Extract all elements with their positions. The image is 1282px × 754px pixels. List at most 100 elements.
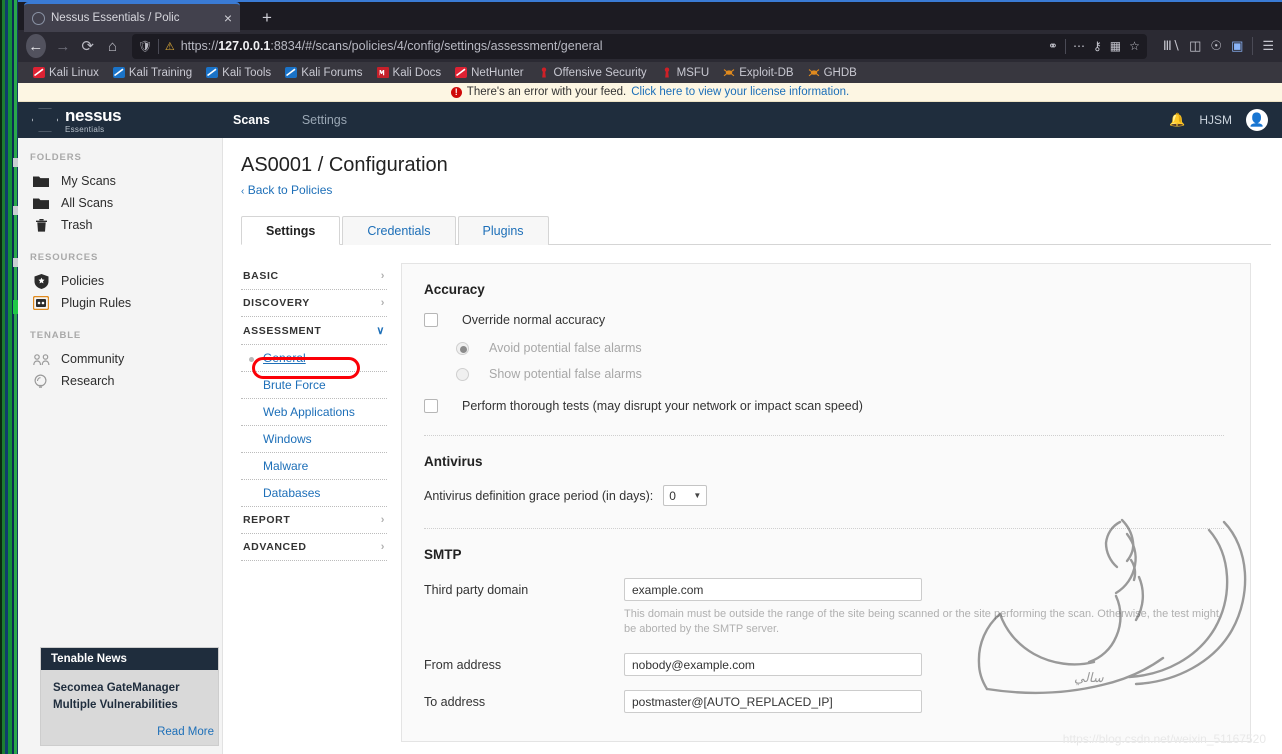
read-more-link[interactable]: Read More — [41, 720, 218, 745]
brand-edition: Essentials — [65, 124, 105, 134]
bookmark-star-icon[interactable]: ☆ — [1128, 39, 1141, 53]
translate-icon[interactable]: ▦ — [1109, 39, 1122, 53]
home-icon[interactable]: ⌂ — [101, 33, 124, 59]
bookmark-kali-forums[interactable]: Kali Forums — [278, 67, 369, 79]
url-text: https://127.0.0.1:8834/#/scans/policies/… — [180, 39, 603, 53]
reload-icon[interactable]: ⟳ — [76, 33, 99, 59]
avoid-false-alarms-row[interactable]: Avoid potential false alarms — [456, 341, 1224, 355]
user-avatar-icon[interactable]: 👤 — [1246, 109, 1268, 131]
reader-mode-icon[interactable]: ⚭ — [1047, 39, 1059, 53]
url-bar[interactable]: 🛡 ⚠ https://127.0.0.1:8834/#/scans/polic… — [131, 33, 1147, 59]
settings-nav-discovery[interactable]: DISCOVERY › — [241, 290, 387, 317]
thorough-tests-row[interactable]: Perform thorough tests (may disrupt your… — [424, 399, 1224, 413]
third-party-domain-row: Third party domain example.com — [424, 578, 1224, 601]
bookmark-offensive-security[interactable]: Offensive Security — [531, 67, 654, 79]
more-icon[interactable]: ⋯ — [1072, 39, 1086, 53]
from-address-input[interactable]: nobody@example.com — [624, 653, 922, 676]
antivirus-grace-row: Antivirus definition grace period (in da… — [424, 485, 1224, 506]
folder-icon — [32, 197, 50, 210]
show-false-alarms-label: Show potential false alarms — [489, 367, 642, 381]
bookmark-exploit-db[interactable]: Exploit-DB — [716, 67, 800, 79]
nav-settings[interactable]: Settings — [286, 113, 363, 127]
chevron-right-icon: › — [380, 514, 385, 526]
settings-nav-assessment[interactable]: ASSESSMENT ∨ — [241, 317, 387, 345]
warning-lock-icon[interactable]: ⚠ — [165, 40, 175, 53]
third-party-domain-input[interactable]: example.com — [624, 578, 922, 601]
override-accuracy-row[interactable]: Override normal accuracy — [424, 313, 1224, 327]
chevron-right-icon: › — [380, 270, 385, 282]
sidebar-item-all-scans[interactable]: All Scans — [18, 192, 222, 214]
settings-nav-windows[interactable]: Windows — [241, 426, 387, 453]
bookmark-ghdb[interactable]: GHDB — [801, 67, 864, 79]
shield-icon[interactable]: 🛡 — [138, 40, 152, 53]
tenable-news-widget: Tenable News Secomea GateManager Multipl… — [40, 647, 219, 746]
settings-nav-databases[interactable]: Databases — [241, 480, 387, 507]
bookmark-kali-linux[interactable]: Kali Linux — [26, 67, 106, 79]
tab-plugins[interactable]: Plugins — [457, 216, 549, 245]
tab-settings[interactable]: Settings — [241, 216, 341, 245]
forward-icon[interactable]: → — [52, 33, 75, 59]
close-icon[interactable]: × — [222, 11, 234, 25]
kali-dragon-icon — [33, 67, 45, 78]
account-icon[interactable]: ☉ — [1210, 38, 1222, 54]
override-accuracy-checkbox[interactable] — [424, 313, 438, 327]
avoid-false-alarms-radio[interactable] — [456, 341, 469, 355]
show-false-alarms-row[interactable]: Show potential false alarms — [456, 367, 1224, 381]
bookmark-kali-training[interactable]: Kali Training — [106, 67, 199, 79]
smtp-help-text: This domain must be outside the range of… — [624, 608, 1219, 635]
settings-nav-label: BASIC — [243, 270, 279, 282]
to-address-row: To address postmaster@[AUTO_REPLACED_IP] — [424, 690, 1224, 713]
bookmark-kali-docs[interactable]: Kali Docs — [370, 67, 449, 79]
sidebar-item-policies[interactable]: Policies — [18, 270, 222, 292]
bookmark-label: Kali Training — [128, 66, 193, 79]
settings-nav-malware[interactable]: Malware — [241, 453, 387, 480]
bookmarks-bar: Kali Linux Kali Training Kali Tools Kali Fo… — [18, 62, 1282, 83]
nessus-logo[interactable]: nessus Essentials — [32, 107, 217, 134]
settings-form: Accuracy Override normal accuracy Avoid … — [401, 263, 1251, 742]
kali-blue-icon — [285, 67, 298, 78]
sidebar-item-plugin-rules[interactable]: Plugin Rules — [18, 292, 222, 314]
sidebar-icon[interactable]: ◫ — [1189, 38, 1201, 54]
sidebar-item-label: Research — [61, 374, 115, 388]
bookmark-label: Kali Linux — [49, 66, 99, 79]
antivirus-grace-select[interactable]: 0 ▼ — [663, 485, 708, 506]
sidebar-item-my-scans[interactable]: My Scans — [18, 170, 222, 192]
settings-nav-advanced[interactable]: ADVANCED › — [241, 534, 387, 561]
settings-nav-web-applications[interactable]: Web Applications — [241, 399, 387, 426]
settings-nav-label: ASSESSMENT — [243, 324, 322, 337]
notification-bell-icon[interactable]: 🔔 — [1169, 112, 1185, 128]
settings-nav-general[interactable]: General — [241, 345, 387, 372]
offsec-icon — [661, 67, 673, 78]
thorough-tests-label: Perform thorough tests (may disrupt your… — [462, 399, 863, 413]
sidebar-item-research[interactable]: Research — [18, 370, 222, 392]
new-tab-button[interactable]: + — [256, 7, 278, 29]
sidebar-item-community[interactable]: Community — [18, 348, 222, 370]
page-viewport: ! There's an error with your feed. Click… — [18, 83, 1282, 754]
tab-credentials[interactable]: Credentials — [342, 216, 456, 245]
thorough-tests-checkbox[interactable] — [424, 399, 438, 413]
kali-dragon-icon — [455, 67, 468, 78]
sidebar-item-label: All Scans — [61, 196, 114, 210]
extension-icon[interactable]: ▣ — [1231, 38, 1243, 54]
pocket-icon[interactable]: ⚷ — [1092, 39, 1103, 53]
bookmark-label: NetHunter — [471, 66, 524, 79]
browser-tab[interactable]: Nessus Essentials / Polic × — [24, 2, 240, 32]
settings-nav-brute-force[interactable]: Brute Force — [241, 372, 387, 399]
bookmark-kali-tools[interactable]: Kali Tools — [199, 67, 278, 79]
to-address-input[interactable]: postmaster@[AUTO_REPLACED_IP] — [624, 690, 922, 713]
bookmark-nethunter[interactable]: NetHunter — [448, 67, 530, 79]
nav-scans[interactable]: Scans — [217, 113, 286, 127]
settings-nav-basic[interactable]: BASIC › — [241, 263, 387, 290]
antivirus-grace-value: 0 — [669, 488, 676, 503]
sidebar-item-trash[interactable]: Trash — [18, 214, 222, 236]
error-icon: ! — [450, 86, 462, 98]
library-icon[interactable]: Ⅲ∖ — [1163, 38, 1180, 54]
back-to-policies-link[interactable]: ‹ Back to Policies — [241, 183, 1282, 197]
settings-nav-report[interactable]: REPORT › — [241, 507, 387, 534]
hamburger-menu-icon[interactable]: ☰ — [1262, 38, 1274, 54]
back-icon[interactable]: ← — [26, 34, 46, 58]
show-false-alarms-radio[interactable] — [456, 367, 469, 381]
bookmark-msfu[interactable]: MSFU — [654, 67, 717, 79]
license-info-link[interactable]: Click here to view your license informat… — [631, 86, 849, 98]
